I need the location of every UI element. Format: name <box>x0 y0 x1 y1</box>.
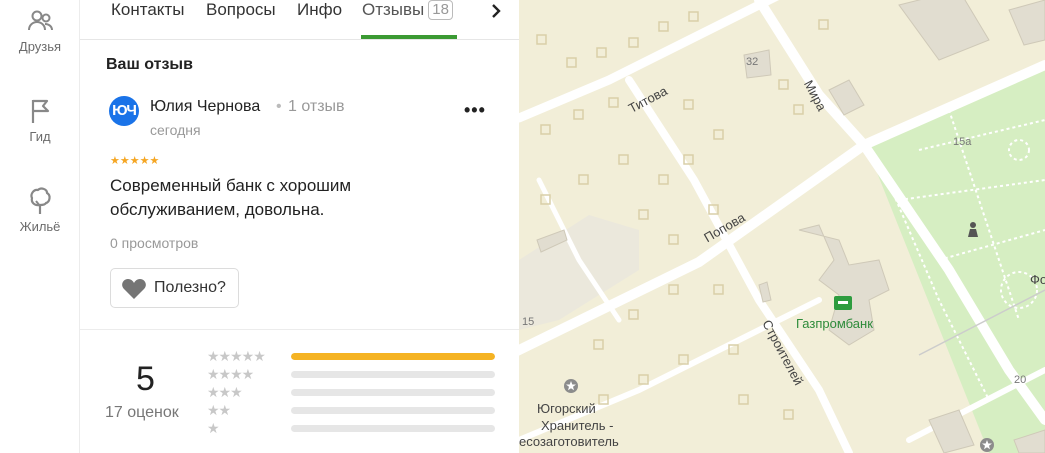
author-review-count: 1 отзыв <box>288 98 345 115</box>
average-rating: 5 <box>136 360 155 398</box>
flag-icon <box>31 99 50 123</box>
nav-item-housing[interactable]: Жильё <box>0 186 80 234</box>
avatar[interactable]: ЮЧ <box>109 96 139 126</box>
house-number: 20 <box>1014 374 1027 386</box>
tab-info-label: Инфо <box>297 0 343 19</box>
distribution-bar <box>291 389 495 396</box>
nav-label-guide: Гид <box>29 129 51 144</box>
poi-star-icon[interactable] <box>563 378 579 394</box>
more-options-button[interactable]: ••• <box>464 100 486 121</box>
review-stars: ★★★★★ <box>110 155 160 167</box>
poi-label-yugorsky-line2[interactable]: Хранитель - <box>541 418 613 433</box>
review-author-name[interactable]: Юлия Чернова <box>150 98 260 116</box>
distribution-stars: ★★★★ <box>207 366 254 382</box>
nav-label-friends: Друзья <box>18 39 62 54</box>
review-text: Современный банк с хорошим обслуживанием… <box>110 176 352 219</box>
nav-label-housing: Жильё <box>19 219 61 234</box>
tab-reviews[interactable]: Отзывы 18 <box>362 0 453 24</box>
active-tab-indicator <box>361 35 457 39</box>
bank-pin-icon[interactable] <box>834 296 852 310</box>
poi-label-partial: Фо <box>1030 272 1045 287</box>
tab-reviews-label: Отзывы <box>362 0 425 19</box>
review-date: сегодня <box>150 122 201 138</box>
map-view[interactable]: Титова Мира Попова Строителей Газпромбан… <box>519 0 1045 453</box>
tabs-next-button[interactable] <box>486 0 506 22</box>
distribution-bar <box>291 425 495 432</box>
friends-icon <box>28 10 53 31</box>
house-number: 15а <box>953 136 972 148</box>
tab-info[interactable]: Инфо <box>297 0 342 24</box>
chevron-right-icon <box>492 4 501 18</box>
distribution-bar <box>291 371 495 378</box>
poi-star-icon[interactable] <box>979 437 995 453</box>
distribution-stars: ★★★ <box>207 384 243 400</box>
helpful-button[interactable]: Полезно? <box>110 268 239 308</box>
distribution-stars: ★★ <box>207 402 231 418</box>
nav-item-guide[interactable]: Гид <box>0 96 80 144</box>
tree-icon <box>30 187 51 214</box>
tab-contacts-label: Контакты <box>111 0 185 19</box>
organization-panel: Контакты Вопросы Инфо Отзывы 18 Ваш отзыв… <box>80 0 519 453</box>
heart-icon <box>122 279 146 299</box>
distribution-stars: ★★★★★ <box>207 348 266 364</box>
poi-label-yugorsky-line1[interactable]: Югорский <box>537 401 596 416</box>
helpful-label: Полезно? <box>154 279 226 296</box>
tab-questions[interactable]: Вопросы <box>206 0 276 24</box>
distribution-bar <box>291 407 495 414</box>
house-number: 15 <box>522 316 535 328</box>
your-review-title: Ваш отзыв <box>106 56 193 73</box>
separator-dot: • <box>276 98 282 115</box>
tab-contacts[interactable]: Контакты <box>111 0 184 24</box>
review-views: 0 просмотров <box>110 235 199 251</box>
divider <box>80 329 519 330</box>
side-navigation: Друзья Гид Жильё <box>0 0 80 453</box>
distribution-bar <box>291 353 495 360</box>
distribution-bar-fill <box>291 353 495 360</box>
ratings-count: 17 оценок <box>105 404 179 421</box>
nav-item-friends[interactable]: Друзья <box>0 6 80 54</box>
tab-bar: Контакты Вопросы Инфо Отзывы 18 <box>80 0 519 40</box>
distribution-stars: ★ <box>207 420 220 436</box>
tab-questions-label: Вопросы <box>206 0 276 19</box>
poi-label-gazprombank[interactable]: Газпромбанк <box>796 316 873 331</box>
poi-label-yugorsky-line3[interactable]: есозаготовитель <box>519 434 619 449</box>
monument-icon[interactable] <box>966 220 980 238</box>
reviews-count-badge: 18 <box>428 0 453 20</box>
house-number: 32 <box>746 56 759 68</box>
